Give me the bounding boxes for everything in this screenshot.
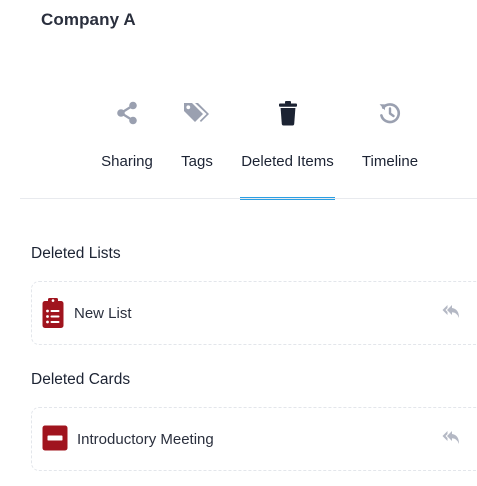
- tab-timeline[interactable]: Timeline: [359, 94, 421, 200]
- tab-tags[interactable]: Tags: [177, 94, 217, 200]
- tabs-divider: [20, 198, 477, 199]
- deleted-cards-heading: Deleted Cards: [31, 371, 131, 388]
- restore-icon[interactable]: [442, 430, 460, 446]
- deleted-list-item: New List: [31, 281, 477, 345]
- company-title: Company A: [41, 10, 136, 29]
- deleted-card-item: Introductory Meeting: [31, 407, 477, 471]
- history-icon: [375, 98, 405, 128]
- tab-deleted-items[interactable]: Deleted Items: [240, 94, 335, 200]
- restore-icon[interactable]: [442, 304, 460, 320]
- card-item-label: Introductory Meeting: [77, 431, 214, 448]
- tab-sharing[interactable]: Sharing: [98, 94, 156, 200]
- list-item-label: New List: [74, 305, 132, 322]
- tab-label: Deleted Items: [241, 153, 334, 170]
- share-icon: [112, 98, 142, 128]
- minus-square-icon: [42, 424, 68, 454]
- tab-bar: Sharing Tags Deleted Items Timeline: [0, 94, 477, 200]
- tab-label: Tags: [181, 153, 213, 170]
- deleted-lists-heading: Deleted Lists: [31, 245, 121, 262]
- tab-label: Timeline: [361, 153, 419, 170]
- trash-icon: [273, 98, 303, 128]
- clipboard-list-icon: [42, 298, 64, 328]
- tab-label: Sharing: [101, 153, 153, 170]
- tag-icon: [182, 98, 212, 128]
